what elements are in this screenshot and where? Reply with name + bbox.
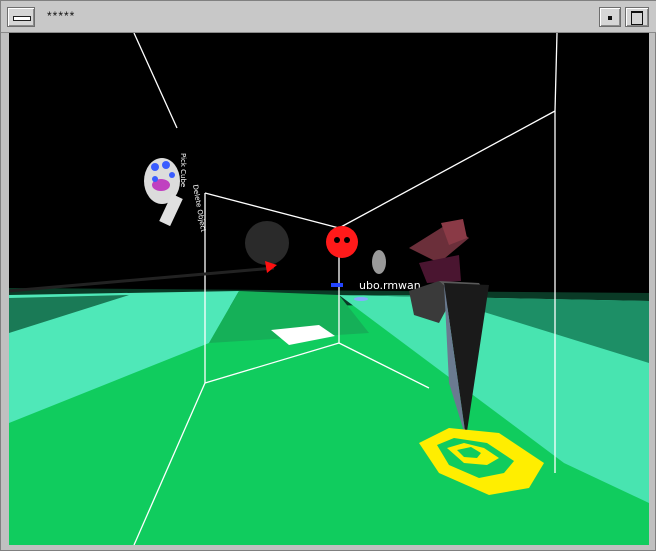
blue-tag	[331, 283, 343, 287]
wand-menu-label-1: Pick Cube	[179, 153, 187, 187]
window-menu-icon	[13, 16, 31, 21]
3d-viewport[interactable]: Pick Cube Delete Object ubo.rmwan	[9, 33, 649, 545]
window-menu-button[interactable]	[7, 7, 35, 27]
dark-sphere[interactable]	[245, 221, 289, 265]
maximize-icon	[631, 11, 643, 25]
minimize-icon	[608, 16, 612, 20]
maximize-button[interactable]	[625, 7, 649, 27]
minimize-button[interactable]	[599, 7, 621, 27]
window-title: *****	[47, 9, 76, 23]
ball-label: ubo.rmwan	[359, 279, 421, 292]
grey-object[interactable]	[372, 250, 386, 274]
red-ball-avatar[interactable]	[326, 226, 358, 258]
shadow-blob	[354, 297, 368, 301]
application-window: ***** Pick Cube Delete Object ubo.rmwan	[0, 0, 656, 551]
scene-canvas[interactable]: Pick Cube Delete Object ubo.rmwan	[9, 33, 649, 545]
title-bar[interactable]: *****	[1, 1, 656, 33]
